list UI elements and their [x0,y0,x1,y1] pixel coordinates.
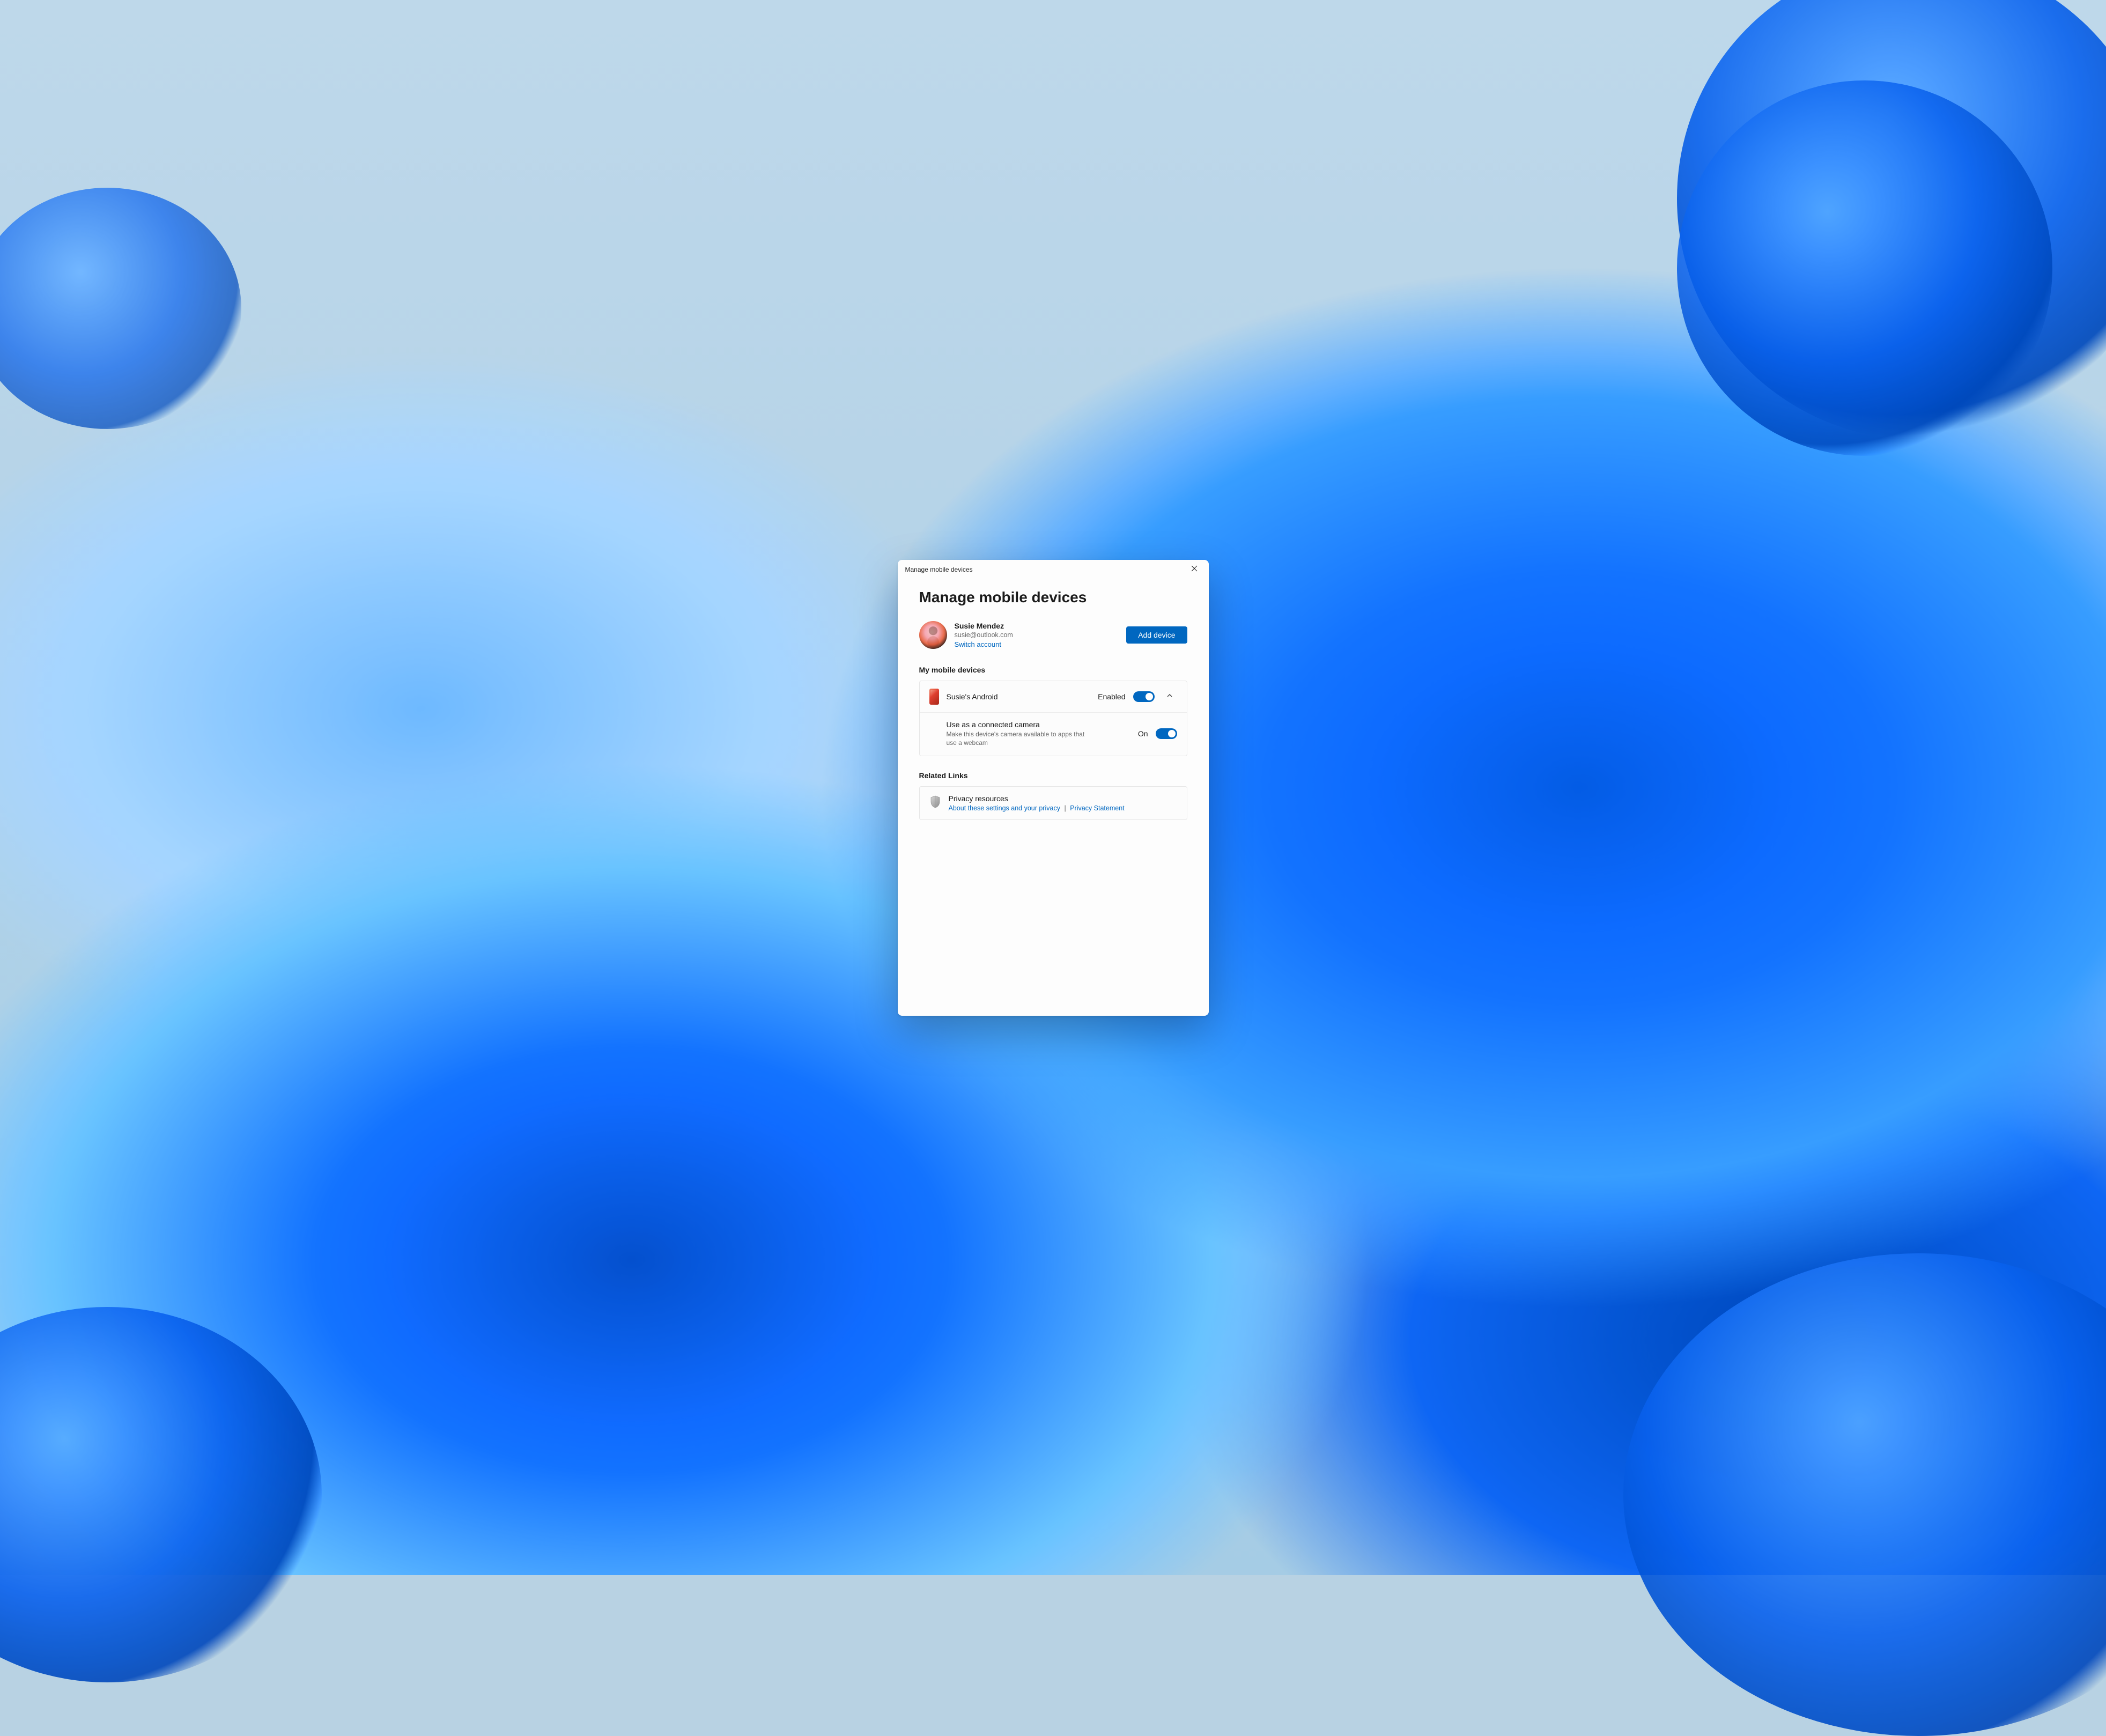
shield-icon [929,794,941,808]
device-setting-row: Use as a connected camera Make this devi… [920,713,1187,756]
dialog-content: Manage mobile devices Susie Mendez susie… [898,579,1209,1016]
related-links-card: Privacy resources About these settings a… [919,786,1187,820]
device-enabled-toggle[interactable] [1133,691,1155,702]
privacy-row: Privacy resources About these settings a… [920,787,1187,819]
titlebar: Manage mobile devices [898,560,1209,579]
device-row[interactable]: Susie's Android Enabled [920,681,1187,713]
device-setting-description: Make this device's camera available to a… [947,730,1091,747]
account-email: susie@outlook.com [955,631,1119,640]
add-device-button[interactable]: Add device [1126,626,1187,644]
connected-camera-toggle[interactable] [1156,728,1177,739]
account-name: Susie Mendez [955,621,1119,631]
collapse-device-button[interactable] [1162,689,1177,704]
manage-mobile-devices-window: Manage mobile devices Manage mobile devi… [898,560,1209,1016]
account-row: Susie Mendez susie@outlook.com Switch ac… [919,621,1187,649]
device-setting-status-label: On [1138,729,1148,738]
device-name: Susie's Android [947,692,1091,701]
window-title: Manage mobile devices [905,566,1182,573]
chevron-up-icon [1166,692,1173,701]
privacy-title: Privacy resources [949,794,1177,803]
page-title: Manage mobile devices [919,589,1187,606]
my-devices-label: My mobile devices [919,666,1187,674]
switch-account-link[interactable]: Switch account [955,640,1119,649]
related-links-label: Related Links [919,771,1187,780]
phone-icon [929,689,939,705]
device-status-label: Enabled [1098,692,1125,701]
close-icon [1191,565,1198,573]
privacy-statement-link[interactable]: Privacy Statement [1070,804,1124,812]
link-separator: | [1064,804,1066,812]
device-card: Susie's Android Enabled Use as a connect… [919,681,1187,756]
about-settings-privacy-link[interactable]: About these settings and your privacy [949,804,1060,812]
device-setting-text: Use as a connected camera Make this devi… [947,720,1130,747]
privacy-text: Privacy resources About these settings a… [949,794,1177,812]
close-button[interactable] [1182,561,1207,578]
privacy-links: About these settings and your privacy | … [949,804,1177,812]
avatar [919,621,947,649]
device-setting-title: Use as a connected camera [947,720,1130,729]
account-text: Susie Mendez susie@outlook.com Switch ac… [955,621,1119,649]
